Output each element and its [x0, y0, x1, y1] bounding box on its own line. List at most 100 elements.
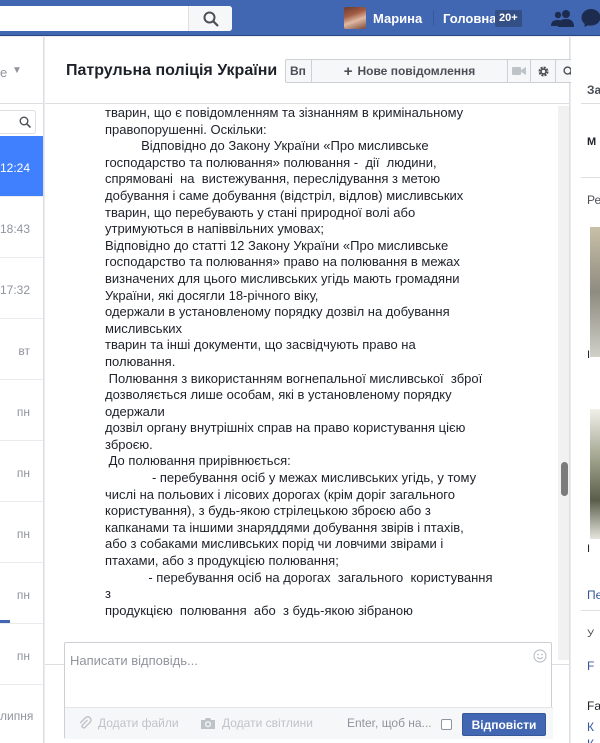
conversation-time: пн [16, 527, 30, 541]
paperclip-icon [79, 716, 92, 729]
conversation-panel: Патрульна поліція України Вп + Нове пові… [45, 37, 582, 743]
sidebar-link[interactable]: Пер [587, 588, 600, 602]
message-line: - перебування осіб у межах мисливських у… [105, 470, 477, 486]
search-button[interactable] [188, 6, 232, 31]
sidebar-link[interactable]: F [587, 659, 594, 673]
enter-to-send-checkbox[interactable] [441, 719, 452, 730]
sidebar-label: І [587, 543, 591, 555]
home-link[interactable]: Головна [443, 11, 496, 26]
message-line: з [105, 586, 111, 602]
conversation-item[interactable]: пн [0, 502, 43, 563]
message-line: Полювання з використанням вогнепальної м… [105, 370, 483, 386]
message-line: одержали [105, 403, 165, 419]
conversation-item[interactable]: пн [0, 441, 43, 502]
add-files-button[interactable]: Додати файли [78, 716, 179, 730]
video-call-button[interactable] [507, 59, 531, 83]
search-icon [19, 116, 31, 128]
message-line: - перебування осіб на дорогах загального… [105, 569, 493, 585]
conversation-time: пн [16, 405, 30, 419]
settings-button[interactable] [530, 59, 556, 83]
reply-input[interactable]: Написати відповідь... [70, 653, 198, 668]
message-body: тварин, що є повідомленням та зізнанням … [105, 105, 557, 664]
sidebar-link[interactable]: К [587, 737, 594, 743]
avatar[interactable] [344, 7, 366, 29]
message-line: До полювання прирівнюється: [105, 453, 291, 469]
divider [581, 610, 600, 611]
message-line: України, які досягли 18-річного віку, [105, 287, 319, 303]
message-line: капканами та іншими знаряддями добування… [105, 519, 464, 535]
new-message-label: Нове повідомлення [357, 64, 476, 78]
profile-link[interactable]: Марина [373, 11, 422, 26]
enter-to-send-label: Enter, щоб на... [347, 716, 432, 730]
sidebar-label: Fa [587, 699, 600, 713]
new-message-button[interactable]: + Нове повідомлення [311, 59, 508, 83]
message-line: полювання. [105, 353, 176, 369]
add-photos-label: Додати світлини [222, 716, 313, 730]
friend-requests-icon[interactable] [551, 9, 575, 27]
conversation-list-header: е ▼ [0, 37, 43, 104]
conversation-time: вт [18, 344, 30, 358]
message-line: одержали в установленому порядку дозвіл … [105, 304, 450, 320]
message-line: птахами, або з продукцією полювання; [105, 553, 339, 569]
sidebar-image[interactable] [590, 409, 600, 539]
sidebar-image[interactable] [590, 227, 600, 357]
conversation-time: 12:24 [0, 161, 30, 175]
emoji-icon[interactable] [533, 649, 547, 663]
scrollbar[interactable] [558, 106, 569, 660]
unread-accent [0, 620, 10, 623]
message-line: утримуються в напіввільних умовах; [105, 221, 324, 237]
message-line: дозволяється лише особам, які в установл… [105, 387, 452, 403]
sidebar-link[interactable]: К [587, 720, 594, 734]
conversation-item[interactable]: 17:32 [0, 258, 43, 319]
conversation-time: 18:43 [0, 222, 30, 236]
conversation-item[interactable]: пн [0, 563, 43, 624]
conversation-item[interactable]: пн [0, 624, 43, 685]
sidebar-label: М [587, 136, 597, 148]
sidebar-label: За [587, 83, 600, 97]
message-line: правопорушенні. Оскільки: [105, 121, 267, 137]
conversation-time: 17:32 [0, 283, 30, 297]
message-line: тварин та інші документи, що засвідчують… [105, 337, 416, 353]
message-line: продукцією полювання або з будь-якою зіб… [105, 602, 413, 618]
message-line: Відповідно до Закону України «Про мислив… [105, 138, 429, 154]
inbox-filter-dropdown[interactable]: е [0, 65, 7, 80]
top-navigation-bar: Марина Головна 20+ [0, 0, 600, 36]
conversation-item[interactable]: 12:24 [0, 136, 43, 197]
search-input[interactable] [0, 6, 232, 31]
sidebar-label: І [587, 349, 591, 361]
conversation-time: пн [16, 466, 30, 480]
chevron-down-icon[interactable]: ▼ [12, 65, 22, 76]
conversation-time: липня [0, 709, 34, 723]
conversation-time: пн [16, 588, 30, 602]
video-camera-icon [512, 67, 526, 75]
messages-icon[interactable] [581, 8, 600, 28]
message-line: спрямовані на вистежування, переслідуван… [105, 171, 441, 187]
gear-icon [537, 65, 549, 77]
message-line: тварин, що перебувають у стані природної… [105, 204, 416, 220]
add-files-label: Додати файли [98, 716, 179, 730]
search-icon [203, 11, 219, 27]
conversation-time: пн [16, 649, 30, 663]
conversation-item[interactable]: пн [0, 380, 43, 441]
message-text: тварин, що є повідомленням та зізнанням … [105, 105, 557, 619]
conversation-list-panel: е ▼ 12:24 18:43 17:32 вт пн пн пн пн пн … [0, 37, 44, 743]
add-photos-button[interactable]: Додати світлини [200, 716, 313, 730]
conversation-item[interactable]: 18:43 [0, 197, 43, 258]
camera-icon [201, 717, 215, 729]
message-line: добування і саме добування (відстріл, ві… [105, 187, 464, 203]
scrollbar-thumb[interactable] [561, 462, 568, 496]
conversation-item[interactable]: вт [0, 319, 43, 380]
message-line: користування), з будь-якою стрілецькою з… [105, 503, 431, 519]
message-line: числі на польових і лісових дорогах (крі… [105, 486, 455, 502]
reply-button[interactable]: Відповісти [462, 713, 546, 736]
conversation-search-input[interactable] [0, 110, 36, 134]
conversation-header: Патрульна поліція України Вп + Нове пові… [45, 37, 582, 104]
message-line: дозвіл органу внутрішніх справ на право … [105, 420, 466, 436]
page-title[interactable]: Патрульна поліція України [66, 62, 277, 80]
message-line: тварин, що є повідомленням та зізнанням … [105, 105, 464, 120]
conversation-list: 12:24 18:43 17:32 вт пн пн пн пн пн [0, 136, 43, 685]
reply-composer: Написати відповідь... Додати файли Додат [64, 642, 553, 739]
divider [581, 177, 600, 178]
header-action-label: Вп [290, 64, 306, 78]
message-line: або з собаками мисливських порід чи ловч… [105, 536, 444, 552]
